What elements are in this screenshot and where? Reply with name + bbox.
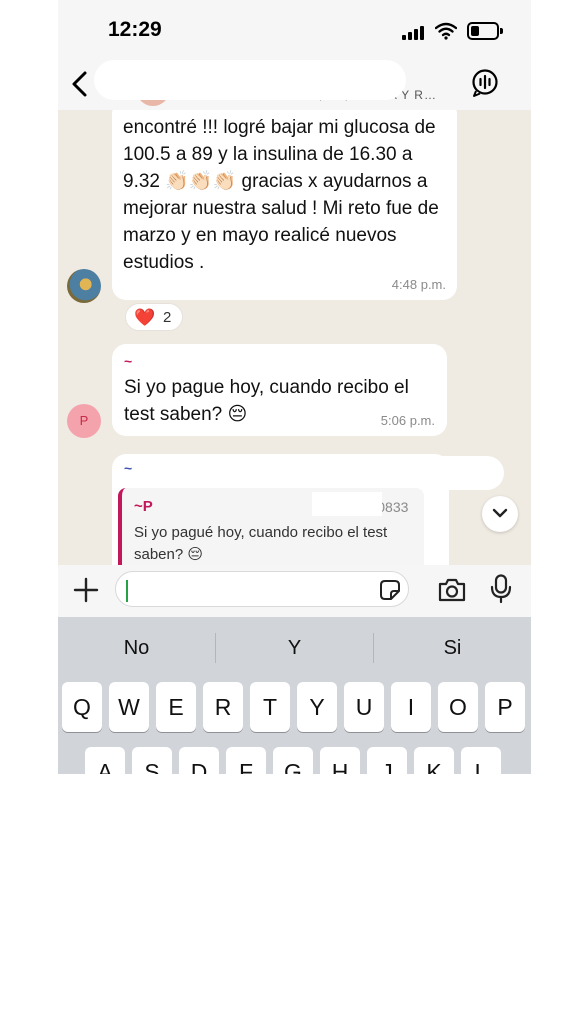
wifi-icon <box>435 22 457 40</box>
message-timestamp: 4:48 p.m. <box>391 277 446 292</box>
incoming-reply-bubble[interactable]: ~ ~P 256 0833 Si yo pagué hoy, cuando re… <box>112 454 504 565</box>
key-y[interactable]: Y <box>297 682 337 732</box>
sticker-icon[interactable] <box>379 579 401 601</box>
key-d[interactable]: D <box>179 747 219 774</box>
reaction-count: 2 <box>163 309 172 326</box>
key-l[interactable]: L <box>461 747 501 774</box>
key-q[interactable]: Q <box>62 682 102 732</box>
chat-header: …, ~A, ~A M A Y R… <box>58 58 531 110</box>
on-screen-keyboard: No Y Si Q W E R T Y U I O P A S D F G H … <box>58 617 531 774</box>
scroll-to-bottom-button[interactable] <box>482 496 518 532</box>
text-cursor <box>126 580 128 602</box>
heart-emoji-icon: ❤️ <box>134 308 156 327</box>
chat-messages-area[interactable]: encontré !!! logré bajar mi glucosa de 1… <box>58 110 531 565</box>
signal-icon <box>402 26 426 40</box>
quoted-message-text: Si yo pagué hoy, cuando recibo el test s… <box>134 524 388 563</box>
back-arrow-icon[interactable] <box>66 68 94 100</box>
redacted-sender-name <box>152 456 504 490</box>
chevron-down-icon <box>492 508 508 518</box>
key-e[interactable]: E <box>156 682 196 732</box>
message-input-field[interactable] <box>115 571 409 607</box>
key-s[interactable]: S <box>132 747 172 774</box>
message-sender-name[interactable]: ~ <box>124 353 132 369</box>
battery-icon <box>467 22 503 40</box>
key-u[interactable]: U <box>344 682 384 732</box>
redacted-phone <box>312 492 382 516</box>
key-r[interactable]: R <box>203 682 243 732</box>
suggestion-item[interactable]: Y <box>216 617 373 679</box>
incoming-message-bubble[interactable]: encontré !!! logré bajar mi glucosa de 1… <box>112 110 457 300</box>
microphone-icon[interactable] <box>490 574 512 604</box>
redacted-group-name[interactable] <box>94 60 406 100</box>
predictive-text-bar: No Y Si <box>58 617 531 679</box>
quoted-message[interactable]: ~P 256 0833 Si yo pagué hoy, cuando reci… <box>118 488 424 565</box>
voice-chat-icon[interactable] <box>470 68 500 98</box>
message-input-bar <box>58 565 531 617</box>
suggestion-item[interactable]: No <box>58 617 215 679</box>
key-t[interactable]: T <box>250 682 290 732</box>
key-h[interactable]: H <box>320 747 360 774</box>
phone-screen: 12:29 …, ~A, ~A M A Y R… <box>58 0 531 774</box>
status-time: 12:29 <box>108 18 162 41</box>
suggestion-item[interactable]: Si <box>374 617 531 679</box>
key-f[interactable]: F <box>226 747 266 774</box>
message-text: encontré !!! logré bajar mi glucosa de 1… <box>123 117 439 273</box>
key-o[interactable]: O <box>438 682 478 732</box>
message-sender-name[interactable]: ~ <box>124 460 132 476</box>
key-i[interactable]: I <box>391 682 431 732</box>
key-p[interactable]: P <box>485 682 525 732</box>
key-w[interactable]: W <box>109 682 149 732</box>
key-k[interactable]: K <box>414 747 454 774</box>
status-bar: 12:29 <box>58 0 531 58</box>
plus-icon[interactable] <box>73 577 99 603</box>
camera-icon[interactable] <box>437 577 467 603</box>
key-j[interactable]: J <box>367 747 407 774</box>
sender-avatar[interactable] <box>67 269 101 303</box>
key-a[interactable]: A <box>85 747 125 774</box>
incoming-message-bubble[interactable]: ~ Si yo pague hoy, cuando recibo el test… <box>112 344 447 436</box>
quoted-sender-name: ~P <box>134 498 153 515</box>
message-timestamp: 5:06 p.m. <box>380 413 435 428</box>
reaction-badge[interactable]: ❤️ 2 <box>125 303 183 331</box>
key-g[interactable]: G <box>273 747 313 774</box>
sender-avatar[interactable]: P <box>67 404 101 438</box>
